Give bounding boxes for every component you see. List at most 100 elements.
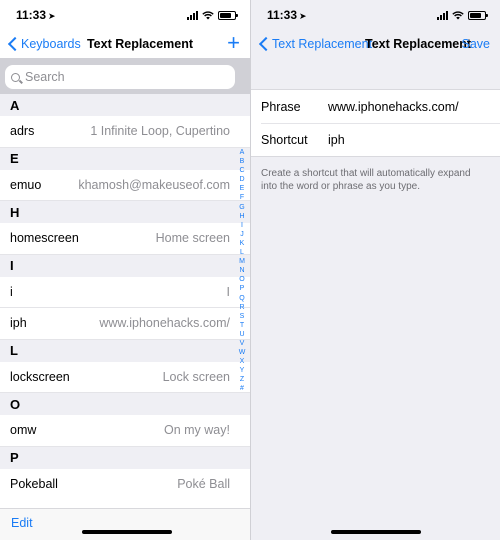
index-letter[interactable]: K <box>240 239 245 248</box>
index-letter[interactable]: S <box>240 312 245 321</box>
phrase-field[interactable]: www.iphonehacks.com/ <box>328 100 459 114</box>
index-letter[interactable]: V <box>240 339 245 348</box>
bottom-toolbar: Edit <box>0 508 250 540</box>
battery-icon <box>468 10 488 20</box>
status-bar: 11:33 ➤ <box>0 0 250 30</box>
help-text: Create a shortcut that will automaticall… <box>261 168 471 192</box>
battery-icon <box>218 10 238 20</box>
list-item[interactable]: lockscreen Lock screen <box>0 362 250 393</box>
index-letter[interactable]: L <box>240 248 244 257</box>
section-index[interactable]: A B C D E F G H I J K L M N O P Q R S T U V W X Y Z # <box>238 148 246 394</box>
section-header-l: L <box>0 339 250 362</box>
index-letter[interactable]: O <box>239 275 244 284</box>
index-letter[interactable]: B <box>240 157 245 166</box>
list-item-shortcut: lockscreen <box>10 369 70 384</box>
home-indicator <box>331 530 421 534</box>
list-item[interactable]: iph www.iphonehacks.com/ <box>0 308 250 340</box>
index-letter[interactable]: P <box>240 284 245 293</box>
back-button[interactable]: Text Replacement <box>255 36 373 52</box>
status-time: 11:33 <box>267 8 298 22</box>
index-letter[interactable]: F <box>240 193 244 202</box>
phrase-row: Phrase www.iphonehacks.com/ <box>251 90 500 123</box>
list-item-shortcut: adrs <box>10 124 35 139</box>
status-icons <box>187 10 238 20</box>
wifi-icon <box>202 10 214 19</box>
search-bar: Search <box>0 58 250 94</box>
index-letter[interactable]: J <box>240 230 244 239</box>
list-item-shortcut: omw <box>10 423 37 438</box>
index-letter[interactable]: # <box>240 384 244 393</box>
index-letter[interactable]: X <box>240 357 245 366</box>
list-item-shortcut: homescreen <box>10 231 79 246</box>
list-item[interactable]: emuo khamosh@makeuseof.com <box>0 170 250 201</box>
list-item[interactable]: adrs 1 Infinite Loop, Cupertino <box>0 116 250 148</box>
text-replacement-detail-screen: 11:33 ➤ Text Replacement Text Replacement… <box>250 0 500 540</box>
back-label: Keyboards <box>21 37 81 51</box>
text-replacement-list-screen: 11:33 ➤ Keyboards Text Replacement + Sear… <box>0 0 250 540</box>
phrase-label: Phrase <box>261 99 301 114</box>
chevron-left-icon <box>7 36 23 52</box>
shortcut-field[interactable]: iph <box>328 133 345 147</box>
back-label: Text Replacement <box>272 37 373 51</box>
index-letter[interactable]: A <box>240 148 245 157</box>
index-letter[interactable]: C <box>239 166 244 175</box>
list-item-phrase: 1 Infinite Loop, Cupertino <box>90 124 230 139</box>
search-icon <box>11 72 20 82</box>
search-placeholder: Search <box>25 70 65 84</box>
list-item-phrase: Home screen <box>155 231 230 246</box>
nav-bar: Text Replacement Text Replacement Save <box>251 30 500 58</box>
replacement-list: A adrs 1 Infinite Loop, Cupertino E emuo… <box>0 94 250 500</box>
list-item-phrase: www.iphonehacks.com/ <box>99 316 230 331</box>
index-letter[interactable]: E <box>240 184 245 193</box>
shortcut-row: Shortcut iph <box>261 123 500 156</box>
index-letter[interactable]: N <box>239 266 244 275</box>
list-item[interactable]: Pokeball Poké Ball <box>0 469 250 501</box>
list-item[interactable]: omw On my way! <box>0 415 250 447</box>
section-header-a: A <box>0 94 250 116</box>
list-item-phrase: I <box>226 284 230 299</box>
list-item-phrase: Lock screen <box>162 369 230 384</box>
search-input[interactable]: Search <box>5 65 235 89</box>
list-item-phrase: khamosh@makeuseof.com <box>78 177 230 192</box>
index-letter[interactable]: T <box>240 321 244 330</box>
list-item[interactable]: i I <box>0 277 250 308</box>
save-button[interactable]: Save <box>462 37 491 51</box>
section-header-h: H <box>0 201 250 223</box>
list-item-shortcut: emuo <box>10 177 42 192</box>
status-time-group: 11:33 ➤ <box>16 8 56 22</box>
list-item-shortcut: i <box>10 284 13 299</box>
location-arrow-icon: ➤ <box>299 11 307 21</box>
signal-icon <box>437 10 448 20</box>
list-item-phrase: Poké Ball <box>177 477 230 492</box>
home-indicator <box>82 530 172 534</box>
index-letter[interactable]: Y <box>240 366 245 375</box>
index-letter[interactable]: H <box>239 212 244 221</box>
edit-button[interactable]: Edit <box>11 516 33 530</box>
location-arrow-icon: ➤ <box>48 11 56 21</box>
list-item-phrase: On my way! <box>164 423 230 438</box>
index-letter[interactable]: W <box>239 348 246 357</box>
list-item-shortcut: iph <box>10 316 27 331</box>
index-letter[interactable]: I <box>241 221 243 230</box>
section-header-i: I <box>0 254 250 277</box>
wifi-icon <box>452 10 464 19</box>
index-letter[interactable]: Z <box>240 375 244 384</box>
index-letter[interactable]: R <box>239 303 244 312</box>
chevron-left-icon <box>258 36 274 52</box>
section-header-p: P <box>0 446 250 469</box>
signal-icon <box>187 10 198 20</box>
index-letter[interactable]: Q <box>239 294 244 303</box>
nav-bar: Keyboards Text Replacement + <box>0 30 250 58</box>
add-button[interactable]: + <box>227 32 240 54</box>
list-item[interactable]: homescreen Home screen <box>0 223 250 255</box>
index-letter[interactable]: M <box>239 257 245 266</box>
index-letter[interactable]: U <box>239 330 244 339</box>
back-button[interactable]: Keyboards <box>4 36 81 52</box>
list-item-shortcut: Pokeball <box>10 477 58 492</box>
replacement-form: Phrase www.iphonehacks.com/ Shortcut iph <box>251 89 500 157</box>
index-letter[interactable]: G <box>239 203 244 212</box>
status-time-group: 11:33 ➤ <box>267 8 307 22</box>
status-bar: 11:33 ➤ <box>251 0 500 30</box>
shortcut-label: Shortcut <box>261 133 308 147</box>
index-letter[interactable]: D <box>239 175 244 184</box>
